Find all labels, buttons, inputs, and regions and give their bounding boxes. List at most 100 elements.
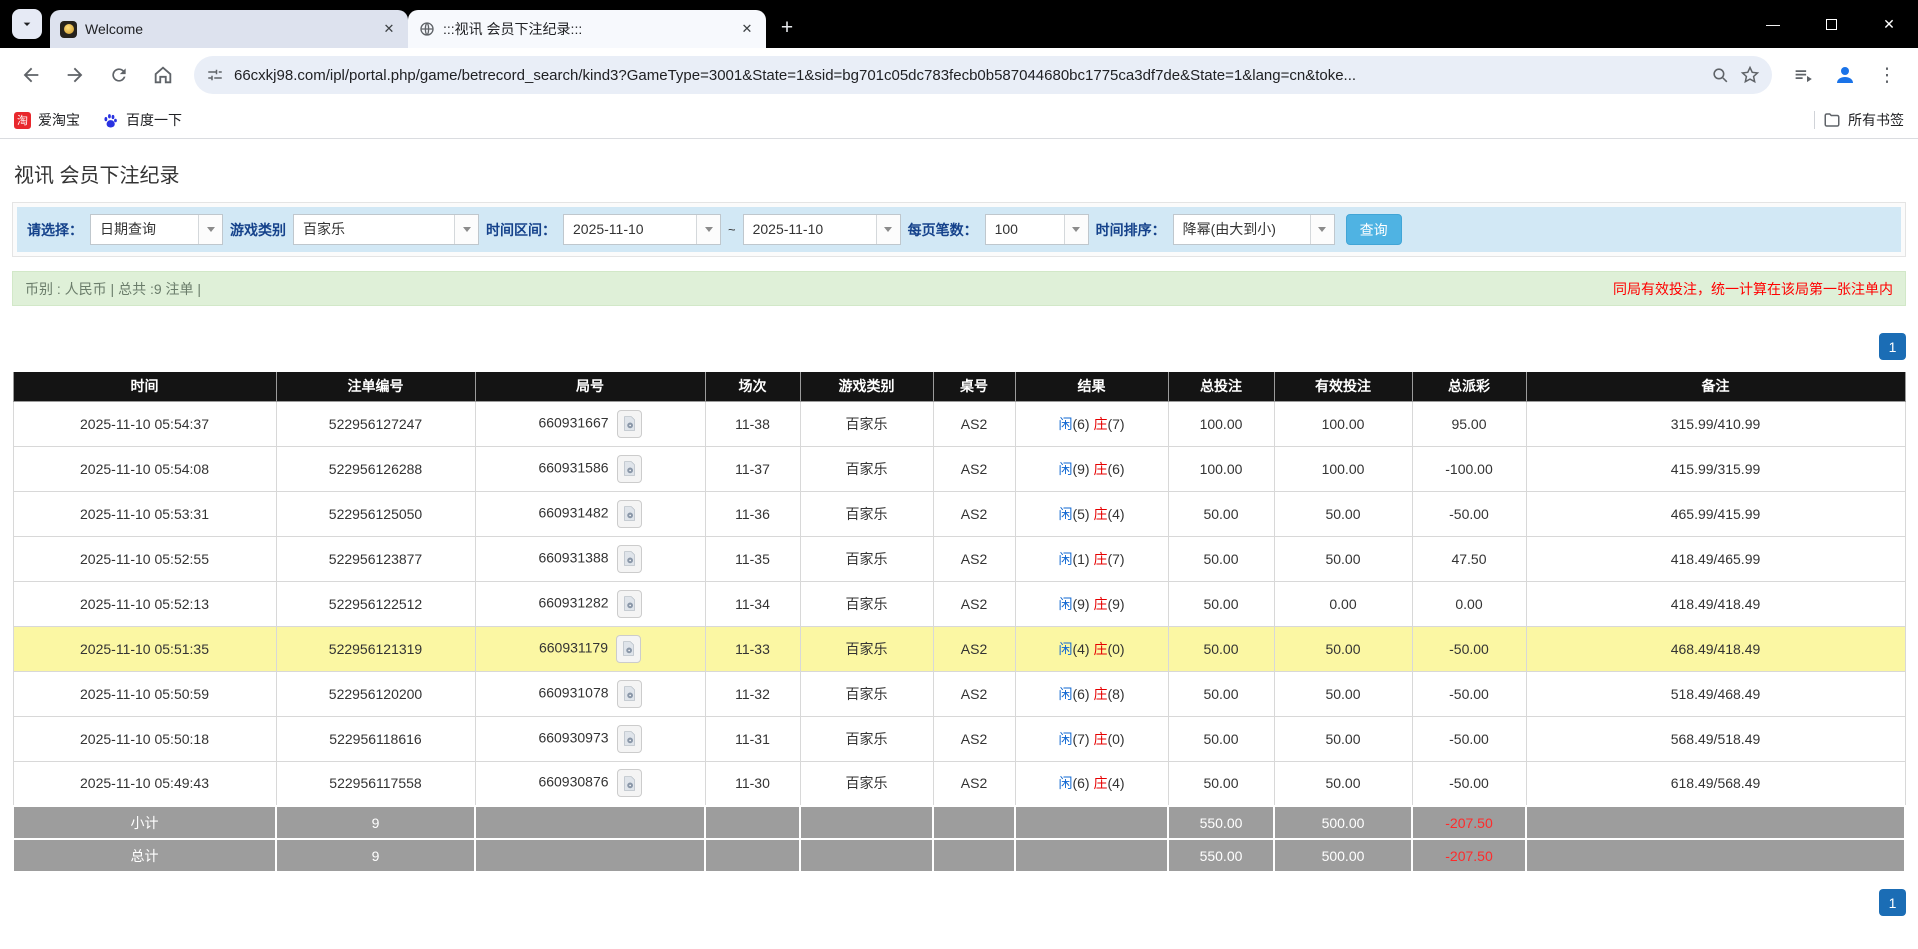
media-controls-icon[interactable]	[1784, 56, 1822, 94]
maximize-button[interactable]	[1802, 0, 1860, 48]
bookmark-star-icon[interactable]	[1740, 65, 1760, 85]
pagination-bottom: 1	[12, 889, 1906, 916]
url-text[interactable]: 66cxkj98.com/ipl/portal.php/game/betreco…	[234, 67, 1701, 84]
per-page-select[interactable]: 100	[985, 214, 1089, 245]
cell-bet-id: 522956120200	[276, 671, 475, 716]
cell-total-bet[interactable]: 50.00	[1168, 716, 1274, 761]
taobao-icon: 淘	[14, 112, 31, 129]
video-replay-icon[interactable]	[617, 455, 642, 483]
video-replay-icon[interactable]	[617, 680, 642, 708]
cell-total-bet[interactable]: 50.00	[1168, 491, 1274, 536]
round-number: 660931282	[538, 594, 608, 610]
search-button[interactable]: 查询	[1346, 214, 1402, 245]
cell-time: 2025-11-10 05:52:13	[13, 581, 276, 626]
range-separator: ~	[728, 222, 736, 237]
date-to-value: 2025-11-10	[744, 215, 876, 244]
column-header: 时间	[13, 372, 276, 401]
cell-valid-bet: 50.00	[1274, 626, 1412, 671]
cell-session: 11-31	[705, 716, 800, 761]
game-type-select[interactable]: 百家乐	[293, 214, 479, 245]
pagination-page-button[interactable]: 1	[1879, 333, 1906, 360]
bookmark-baidu[interactable]: 百度一下	[102, 110, 182, 130]
cell-total-bet[interactable]: 50.00	[1168, 761, 1274, 806]
cell-total-bet[interactable]: 50.00	[1168, 626, 1274, 671]
table-header-row: 时间注单编号局号场次游戏类别桌号结果总投注有效投注总派彩备注	[13, 372, 1905, 401]
chevron-down-icon[interactable]	[696, 215, 720, 244]
pagination-page-button[interactable]: 1	[1879, 889, 1906, 916]
chevron-down-icon[interactable]	[454, 215, 478, 244]
column-header: 注单编号	[276, 372, 475, 401]
chevron-down-icon[interactable]	[198, 215, 222, 244]
forward-button[interactable]	[56, 56, 94, 94]
back-button[interactable]	[12, 56, 50, 94]
table-row: 2025-11-10 05:51:35522956121319660931179…	[13, 626, 1905, 671]
cell-note: 468.49/418.49	[1526, 626, 1905, 671]
column-header: 备注	[1526, 372, 1905, 401]
tab-close-icon[interactable]: ✕	[738, 20, 756, 38]
chevron-down-icon[interactable]	[1310, 215, 1334, 244]
menu-dots-icon[interactable]: ⋮	[1868, 56, 1906, 94]
cell-game: 百家乐	[800, 671, 933, 716]
result-banker: 庄	[1093, 775, 1107, 791]
chevron-down-icon[interactable]	[876, 215, 900, 244]
date-to-select[interactable]: 2025-11-10	[743, 214, 901, 245]
video-replay-icon[interactable]	[617, 500, 642, 528]
all-bookmarks-button[interactable]: 所有书签	[1823, 110, 1904, 130]
cell-time: 2025-11-10 05:49:43	[13, 761, 276, 806]
minimize-button[interactable]: —	[1744, 0, 1802, 48]
tab-betrecord[interactable]: :::视讯 会员下注纪录::: ✕	[408, 10, 766, 48]
close-button[interactable]: ✕	[1860, 0, 1918, 48]
tab-title: Welcome	[85, 21, 372, 37]
cell-game: 百家乐	[800, 446, 933, 491]
summary-label: 总计	[13, 839, 276, 872]
cell-note: 315.99/410.99	[1526, 401, 1905, 446]
result-player: 闲	[1058, 641, 1072, 657]
cell-session: 11-30	[705, 761, 800, 806]
site-info-icon[interactable]	[206, 66, 224, 84]
reload-button[interactable]	[100, 56, 138, 94]
video-replay-icon[interactable]	[617, 590, 642, 618]
cell-total-bet[interactable]: 50.00	[1168, 671, 1274, 716]
cell-round: 660930973	[475, 716, 705, 761]
video-replay-icon[interactable]	[617, 769, 642, 797]
table-row: 2025-11-10 05:50:18522956118616660930973…	[13, 716, 1905, 761]
result-banker: 庄	[1093, 731, 1107, 747]
tab-welcome[interactable]: Welcome ✕	[50, 10, 408, 48]
summary-total-bet: 550.00	[1168, 839, 1274, 872]
result-player: 闲	[1058, 416, 1072, 432]
bookmark-aitaobao[interactable]: 淘 爱淘宝	[14, 110, 80, 130]
new-tab-button[interactable]: +	[772, 13, 802, 43]
zoom-icon[interactable]	[1711, 66, 1730, 85]
cell-payout: -50.00	[1412, 671, 1526, 716]
chevron-down-icon[interactable]	[1064, 215, 1088, 244]
tab-search-button[interactable]	[12, 9, 42, 39]
video-replay-icon[interactable]	[617, 725, 642, 753]
filter-label-sort: 时间排序：	[1096, 220, 1166, 240]
tab-close-icon[interactable]: ✕	[380, 20, 398, 38]
profile-avatar[interactable]	[1826, 56, 1864, 94]
video-replay-icon[interactable]	[617, 410, 642, 438]
date-from-select[interactable]: 2025-11-10	[563, 214, 721, 245]
cell-payout: -50.00	[1412, 626, 1526, 671]
video-replay-icon[interactable]	[616, 635, 641, 663]
cell-total-bet[interactable]: 100.00	[1168, 446, 1274, 491]
summary-label: 小计	[13, 806, 276, 839]
cell-total-bet[interactable]: 100.00	[1168, 401, 1274, 446]
summary-payout: -207.50	[1412, 806, 1526, 839]
cell-total-bet[interactable]: 50.00	[1168, 581, 1274, 626]
cell-payout: -50.00	[1412, 491, 1526, 536]
video-replay-icon[interactable]	[617, 545, 642, 573]
query-type-select[interactable]: 日期查询	[90, 214, 223, 245]
bet-records-table: 时间注单编号局号场次游戏类别桌号结果总投注有效投注总派彩备注 2025-11-1…	[12, 372, 1906, 873]
url-bar[interactable]: 66cxkj98.com/ipl/portal.php/game/betreco…	[194, 56, 1772, 94]
table-row: 2025-11-10 05:54:37522956127247660931667…	[13, 401, 1905, 446]
date-from-value: 2025-11-10	[564, 215, 696, 244]
cell-payout: 95.00	[1412, 401, 1526, 446]
table-row: 2025-11-10 05:53:31522956125050660931482…	[13, 491, 1905, 536]
cell-game: 百家乐	[800, 581, 933, 626]
cell-bet-id: 522956126288	[276, 446, 475, 491]
column-header: 结果	[1015, 372, 1168, 401]
cell-total-bet[interactable]: 50.00	[1168, 536, 1274, 581]
sort-order-select[interactable]: 降幂(由大到小)	[1173, 214, 1335, 245]
home-button[interactable]	[144, 56, 182, 94]
